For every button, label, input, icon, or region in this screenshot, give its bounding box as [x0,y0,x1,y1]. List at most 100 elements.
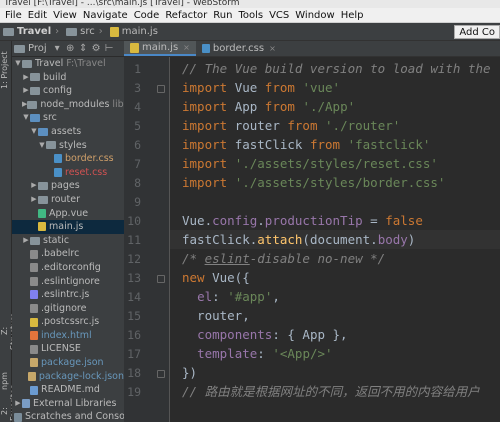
tree-item-config[interactable]: ▶ config [12,84,124,98]
fold-marker-icon[interactable] [157,275,165,283]
json-file-icon [27,371,36,381]
tree-item-build[interactable]: ▶ build [12,71,124,85]
window-title: Travel [F:\Travel] - ...\src\main.js [Tr… [0,0,500,8]
tab-border-css[interactable]: border.css × [196,41,282,56]
code-token: './App' [302,99,356,114]
tree-item--eslintignore[interactable]: .eslintignore [12,275,124,289]
collapse-arrow-icon[interactable]: ▶ [30,179,38,193]
tree-item-reset-css[interactable]: reset.css [12,166,124,180]
tree-item-readme-md[interactable]: README.md [12,383,124,397]
tree-item--gitignore[interactable]: .gitignore [12,302,124,316]
collapse-arrow-icon[interactable]: ▶ [22,84,30,98]
fold-marker-icon[interactable] [157,370,165,378]
close-icon[interactable]: × [183,43,190,52]
menu-item-code[interactable]: Code [131,10,163,21]
hide-icon[interactable]: ⊢ [105,43,114,54]
collapse-arrow-icon[interactable]: ▶ [22,71,30,85]
menu-item-refactor[interactable]: Refactor [162,10,210,21]
tree-item-label: package.json [41,357,104,369]
menu-item-file[interactable]: File [2,10,25,21]
code-token: : { App }, [272,327,348,342]
tree-item-package-json[interactable]: package.json [12,356,124,370]
expand-arrow-icon[interactable]: ▼ [22,111,30,125]
tree-item-license[interactable]: LICENSE [12,342,124,356]
code-token: import [182,80,235,95]
menu-item-edit[interactable]: Edit [25,10,50,21]
tree-item-scratches-and-consoles[interactable]: Scratches and Consoles [12,410,124,422]
tree-item--postcssrc-js[interactable]: .postcssrc.js [12,315,124,329]
tree-item--editorconfig[interactable]: .editorconfig [12,261,124,275]
locate-icon[interactable]: ⊕ [66,43,75,54]
code-line: import router from './router' [182,116,400,135]
fold-marker-icon[interactable] [157,85,165,93]
tree-item-label: .editorconfig [41,261,101,273]
code-token: import [182,137,235,152]
menu-item-run[interactable]: Run [210,10,235,21]
project-panel: Proj ▾ ⊕ ⇕ ⚙ ⊢ ▼ Travel F:\Travel ▶ build ▶ co… [12,41,124,422]
tree-item-label: Scratches and Consoles [25,411,124,422]
tree-item-node-modules[interactable]: ▶node_moduleslibrary [12,98,124,112]
breadcrumb-project[interactable]: Travel [0,26,51,37]
favorites-tool-tab[interactable]: 2: Favorites [0,385,18,421]
expand-arrow-icon[interactable]: ▼ [38,139,46,153]
project-view-selector[interactable]: Proj [28,43,47,54]
tree-item-index-html[interactable]: index.html [12,329,124,343]
line-number: 14 [127,290,141,304]
code-line: Vue.config.productionTip = false [182,211,423,230]
editor-tabs: main.js × border.css × [124,41,500,57]
expand-arrow-icon[interactable]: ▼ [30,125,38,139]
collapse-arrow-icon[interactable]: ▶ [22,234,30,248]
project-tool-tab[interactable]: 1: Project [0,45,12,95]
tree-item-external-libraries[interactable]: ▶ External Libraries [12,397,124,411]
folder-icon [38,182,48,191]
expand-arrow-icon[interactable]: ▼ [14,57,22,71]
code-token: }) [182,365,198,380]
gear-icon[interactable]: ⚙ [92,43,101,54]
folder-icon [46,141,56,150]
menu-item-tools[interactable]: Tools [235,10,266,21]
code-token: Vue. [182,213,213,228]
breadcrumb-folder-label: src [80,26,95,37]
tree-item-package-lock-json[interactable]: package-lock.json [12,370,124,384]
close-icon[interactable]: × [269,44,276,53]
project-view-icon [14,44,25,53]
code-line: fastClick.attach(document.body) [170,230,500,249]
tree-item-border-css[interactable]: border.css [12,152,124,166]
tree-item--babelrc[interactable]: .babelrc [12,247,124,261]
menu-item-vcs[interactable]: VCS [266,10,292,21]
tree-item-assets[interactable]: ▼ assets [12,125,124,139]
menu-item-window[interactable]: Window [292,10,337,21]
collapse-arrow-icon[interactable]: ▶ [30,193,38,207]
css-file-icon [54,168,62,178]
tree-item-router[interactable]: ▶ router [12,193,124,207]
tree-item-static[interactable]: ▶ static [12,234,124,248]
editor-gutter: 1 3 4 5 6 7 8 9 10 11 12 13 14 15 16 17 18 19 [124,57,170,422]
tree-item-travel[interactable]: ▼ Travel F:\Travel [12,57,124,71]
collapse-icon[interactable]: ⇕ [79,43,88,54]
js-file-icon [38,222,46,232]
tree-item-styles[interactable]: ▼ styles [12,139,124,153]
tab-main-js[interactable]: main.js × [124,41,196,56]
chevron-down-icon[interactable]: ▾ [53,43,62,54]
collapse-arrow-icon[interactable]: ▶ [14,397,22,411]
code-token: el [197,289,213,304]
line-number: 12 [127,252,141,266]
breadcrumb-folder[interactable]: src [63,26,95,37]
line-number: 15 [127,309,141,323]
tree-item-main-js[interactable]: main.js [12,220,124,234]
menu-item-navigate[interactable]: Navigate [80,10,131,21]
add-configuration-button[interactable]: Add Co [454,25,500,39]
code-editor[interactable]: // The Vue build version to load with th… [170,57,500,422]
menu-item-view[interactable]: View [50,10,80,21]
line-number: 19 [127,385,141,399]
tree-item--eslintrc-js[interactable]: .eslintrc.js [12,288,124,302]
tree-item-src[interactable]: ▼ src [12,111,124,125]
tree-item-label: build [43,71,67,83]
breadcrumb-file[interactable]: main.js [107,26,158,37]
tree-item-app-vue[interactable]: App.vue [12,207,124,221]
tree-item-pages[interactable]: ▶ pages [12,179,124,193]
menu-item-help[interactable]: Help [338,10,367,21]
structure-tool-tab[interactable]: Z: Structure [0,309,18,353]
code-line: }) [182,363,197,382]
